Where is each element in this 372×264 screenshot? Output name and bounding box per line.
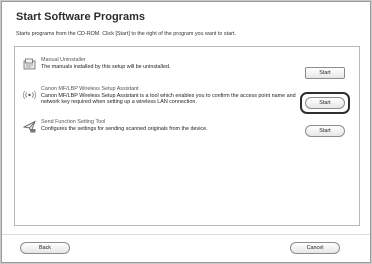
programs-panel: Manual Uninstaller The manuals installed… [14, 46, 360, 226]
program-title: Manual Uninstaller [41, 57, 86, 63]
program-description: The manuals installed by this setup will… [41, 63, 171, 70]
back-button[interactable]: Back [20, 242, 70, 254]
wireless-icon [22, 88, 37, 101]
program-title: Canon MF/LBP Wireless Setup Assistant [41, 86, 139, 92]
cancel-button[interactable]: Cancel [290, 242, 340, 254]
program-title: Send Function Setting Tool [41, 119, 106, 125]
uninstaller-icon [23, 58, 36, 71]
send-tool-icon [22, 120, 36, 134]
start-software-programs-window: Start Software Programs Starts programs … [1, 1, 371, 263]
page-subtitle: Starts programs from the CD-ROM. Click [… [16, 31, 236, 37]
start-button-send-function-setting-tool[interactable]: Start [305, 125, 345, 137]
program-description: Configures the settings for sending scan… [41, 125, 208, 132]
start-button-manual-uninstaller[interactable]: Start [305, 67, 345, 79]
page-title: Start Software Programs [16, 11, 145, 23]
footer-divider [2, 234, 370, 235]
start-button-wireless-setup-assistant[interactable]: Start [305, 97, 345, 109]
program-description: Canon MF/LBP Wireless Setup Assistant is… [41, 92, 296, 106]
